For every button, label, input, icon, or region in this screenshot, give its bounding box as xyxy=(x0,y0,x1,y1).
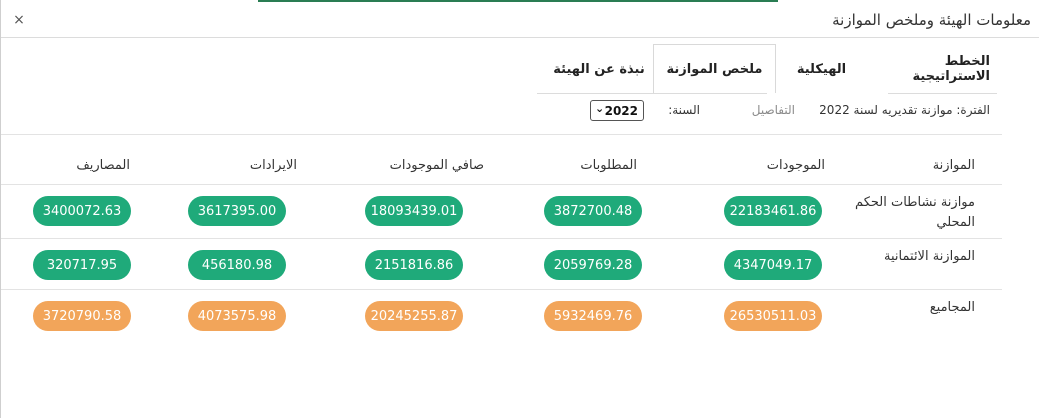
row-name: الموازنة الائتمانية xyxy=(884,249,975,264)
value-pill-revenues: 3617395.00 xyxy=(188,196,286,226)
header-revenues: الايرادات xyxy=(249,158,297,173)
row-name: موازنة نشاطات الحكم المحلي xyxy=(855,195,975,230)
value-pill-expenses: 3400072.63 xyxy=(33,196,131,226)
header-net-assets: صافي الموجودات xyxy=(389,158,484,173)
value-pill-liabilities: 3872700.48 xyxy=(544,196,642,226)
tab-budget-summary[interactable]: ملخص الموازنة xyxy=(653,44,776,94)
value-pill-liabilities: 2059769.28 xyxy=(544,250,642,280)
year-value: 2022 xyxy=(604,103,638,118)
value-pill-assets: 22183461.86 xyxy=(724,196,822,226)
chevron-down-icon: ⌄ xyxy=(595,102,605,115)
header-assets: الموجودات xyxy=(766,158,825,173)
value-pill-expenses: 320717.95 xyxy=(33,250,131,280)
close-icon[interactable]: × xyxy=(10,11,28,29)
year-label: السنة: xyxy=(668,103,700,117)
period-label: الفترة: موازنة تقديريه لسنة 2022 xyxy=(819,103,990,117)
header-expenses: المصاريف xyxy=(76,158,130,173)
tab-structure[interactable]: الهيكلية xyxy=(776,44,867,94)
value-pill-expenses: 3720790.58 xyxy=(33,301,131,331)
details-link[interactable]: التفاصيل xyxy=(752,103,795,117)
budget-table: الموازنة الموجودات المطلوبات صافي الموجو… xyxy=(1,135,1002,342)
header-liabilities: المطلوبات xyxy=(580,158,637,173)
value-pill-liabilities: 5932469.76 xyxy=(544,301,642,331)
tab-strategic-plans[interactable]: الخطط الاستراتيجية xyxy=(867,44,990,94)
table-row: الموازنة الائتمانية 4347049.17 2059769.2… xyxy=(1,239,1002,290)
year-select[interactable]: 2022 ⌄ xyxy=(590,100,644,121)
dialog-title: معلومات الهيئة وملخص الموازنة xyxy=(832,11,1031,29)
row-name: المجاميع xyxy=(929,300,975,315)
value-pill-assets: 4347049.17 xyxy=(724,250,822,280)
value-pill-revenues: 456180.98 xyxy=(188,250,286,280)
filter-row: الفترة: موازنة تقديريه لسنة 2022 التفاصي… xyxy=(570,100,990,122)
value-pill-revenues: 4073575.98 xyxy=(188,301,286,331)
tab-about[interactable]: نبذة عن الهيئة xyxy=(545,44,653,94)
value-pill-net-assets: 18093439.01 xyxy=(365,196,463,226)
value-pill-net-assets: 20245255.87 xyxy=(365,301,463,331)
value-pill-net-assets: 2151816.86 xyxy=(365,250,463,280)
active-tab-gap xyxy=(767,93,888,94)
tab-bar: نبذة عن الهيئة ملخص الموازنة الهيكلية ال… xyxy=(545,44,990,94)
table-row: موازنة نشاطات الحكم المحلي 22183461.86 3… xyxy=(1,185,1002,239)
header-budget: الموازنة xyxy=(932,158,975,173)
table-row: المجاميع 26530511.03 5932469.76 20245255… xyxy=(1,290,1002,342)
dialog-titlebar: معلومات الهيئة وملخص الموازنة × xyxy=(1,2,1039,38)
value-pill-assets: 26530511.03 xyxy=(724,301,822,331)
table-header-row: الموازنة الموجودات المطلوبات صافي الموجو… xyxy=(1,135,1002,185)
